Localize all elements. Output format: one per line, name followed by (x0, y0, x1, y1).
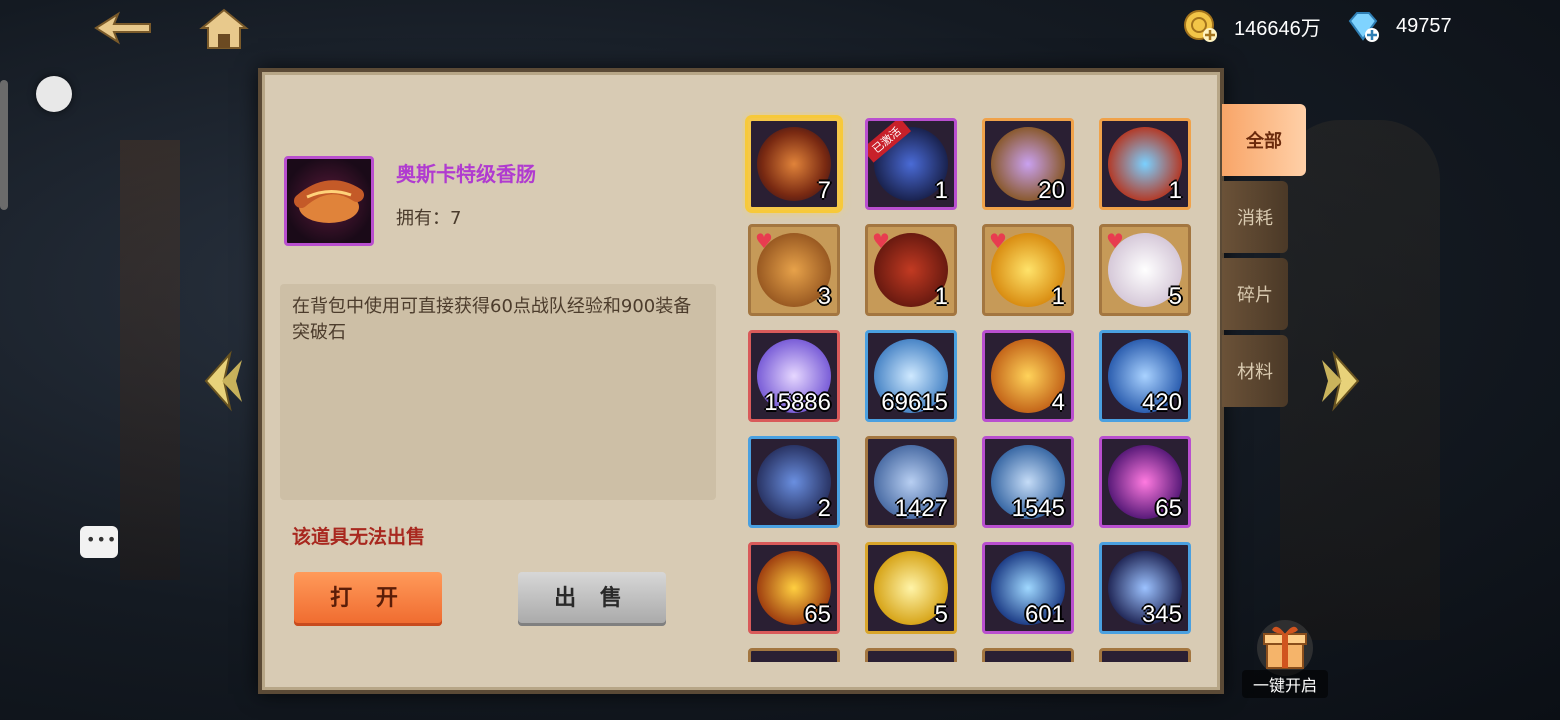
inventory-slot[interactable]: 345 (1099, 542, 1191, 634)
gold-coin-plus-icon[interactable] (1184, 9, 1218, 43)
inventory-slot[interactable]: 420 (1099, 330, 1191, 422)
gold-currency: 146646万 (1184, 8, 1321, 44)
sausage-icon (294, 180, 364, 223)
item-quantity: 601 (1024, 601, 1065, 628)
inventory-slot[interactable]: 1545 (982, 436, 1074, 528)
tab-all[interactable]: 全部 (1222, 104, 1306, 176)
item-quantity: 2 (817, 495, 831, 522)
item-description: 在背包中使用可直接获得60点战队经验和900装备突破石 (292, 296, 692, 343)
item-quantity: 1 (1168, 177, 1182, 204)
diamond-amount: 49757 (1396, 14, 1452, 37)
diamond-currency: 49757 (1346, 8, 1452, 44)
chevron-right-icon (1322, 350, 1360, 412)
item-quantity: 1 (934, 283, 948, 310)
item-quantity: 420 (1141, 389, 1182, 416)
inventory-slot[interactable]: ♥ 3 (748, 224, 840, 316)
sell-restriction-note: 该道具无法出售 (292, 526, 426, 548)
item-quantity: 15886 (764, 389, 831, 416)
inventory-slot[interactable]: 7 (748, 118, 840, 210)
inventory-slot[interactable] (982, 648, 1074, 662)
item-quantity: 4 (1051, 389, 1065, 416)
one-click-open-label: 一键开启 (1242, 670, 1328, 698)
inventory-slot[interactable]: 4 (982, 330, 1074, 422)
inventory-slot[interactable]: 2 (748, 436, 840, 528)
chevron-left-icon (204, 350, 242, 412)
item-quantity: 1545 (1011, 495, 1065, 522)
selected-item-icon (284, 156, 374, 246)
inventory-slot[interactable]: ♥ 1 (865, 224, 957, 316)
item-quantity: 65 (1155, 495, 1182, 522)
inventory-slot[interactable] (1099, 648, 1191, 662)
inventory-slot[interactable]: 65 (1099, 436, 1191, 528)
item-quantity: 20 (1038, 177, 1065, 204)
favorite-heart-icon: ♥ (755, 229, 773, 253)
back-button[interactable] (92, 8, 154, 48)
back-arrow-icon (94, 11, 151, 45)
inventory-slot[interactable] (748, 648, 840, 662)
home-icon (199, 8, 249, 49)
item-quantity: 5 (1168, 283, 1182, 310)
tab-fragments[interactable]: 碎片 (1222, 258, 1288, 330)
one-click-open-button[interactable]: 一键开启 (1242, 616, 1328, 698)
favorite-heart-icon: ♥ (872, 229, 890, 253)
diamond-plus-icon[interactable] (1346, 9, 1380, 43)
favorite-heart-icon: ♥ (989, 229, 1007, 253)
item-quantity: 3 (817, 283, 831, 310)
gift-box-icon (1257, 620, 1313, 676)
next-page-button[interactable] (1320, 350, 1364, 412)
item-quantity: 69615 (881, 389, 948, 416)
inventory-slot[interactable]: ♥ 1 (982, 224, 1074, 316)
tab-materials[interactable]: 材料 (1222, 335, 1288, 407)
inventory-slot[interactable]: 1 (1099, 118, 1191, 210)
tab-consumables[interactable]: 消耗 (1222, 181, 1288, 253)
side-scrollbar[interactable] (0, 80, 8, 210)
item-quantity: 1 (1051, 283, 1065, 310)
item-quantity: 1 (934, 177, 948, 204)
item-name: 奥斯卡特级香肠 (396, 162, 536, 186)
item-quantity: 5 (934, 601, 948, 628)
inventory-slot[interactable]: 69615 (865, 330, 957, 422)
favorite-heart-icon: ♥ (1106, 229, 1124, 253)
inventory-slot[interactable]: 1427 (865, 436, 957, 528)
chat-icon[interactable] (80, 526, 118, 558)
inventory-slot[interactable]: 601 (982, 542, 1074, 634)
inventory-slot[interactable]: 65 (748, 542, 840, 634)
item-description-box: 在背包中使用可直接获得60点战队经验和900装备突破石 (280, 284, 716, 500)
home-button[interactable] (198, 6, 250, 52)
item-grid[interactable]: 7 已激活 1 20 1 ♥ 3 ♥ 1 ♥ 1 ♥ 5 15886 69615 4 420 2 1427 1545 6… (742, 112, 1202, 662)
sell-button[interactable]: 出 售 (518, 572, 666, 626)
item-quantity: 1427 (894, 495, 948, 522)
item-quantity: 345 (1141, 601, 1182, 628)
gold-amount: 146646万 (1234, 17, 1321, 40)
inventory-slot[interactable]: ♥ 5 (1099, 224, 1191, 316)
inventory-slot[interactable]: 15886 (748, 330, 840, 422)
inventory-slot[interactable]: 20 (982, 118, 1074, 210)
prev-page-button[interactable] (200, 350, 244, 412)
item-owned-count: 拥有：7 (396, 208, 462, 229)
item-quantity: 65 (804, 601, 831, 628)
inventory-slot[interactable]: 5 (865, 542, 957, 634)
floating-assistant-button[interactable] (36, 76, 72, 112)
inventory-slot[interactable]: 已激活 1 (865, 118, 957, 210)
open-button[interactable]: 打 开 (294, 572, 442, 626)
inventory-slot[interactable] (865, 648, 957, 662)
background-pillar (120, 140, 180, 580)
item-quantity: 7 (817, 177, 831, 204)
